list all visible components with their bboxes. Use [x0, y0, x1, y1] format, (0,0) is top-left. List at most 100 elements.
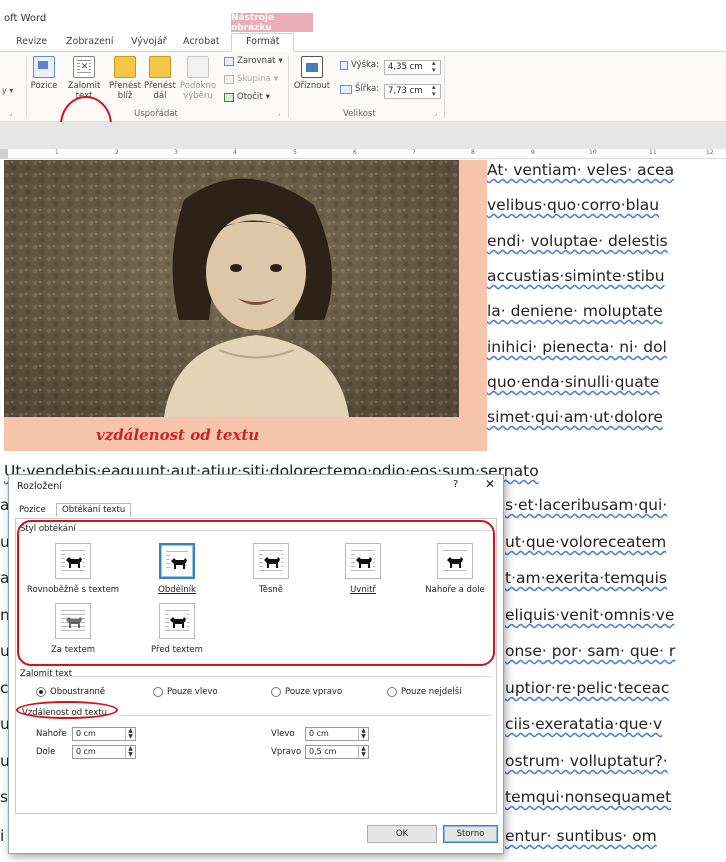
text-line[interactable]: la· deniene· moluptate — [487, 302, 663, 320]
distance-left-label: Vlevo — [271, 729, 295, 739]
distance-left-value: 0 cm — [309, 729, 329, 738]
tab-acrobat[interactable]: Acrobat — [183, 36, 220, 47]
text-line[interactable]: s·et·laceribusam·qui· — [505, 496, 667, 514]
text-line[interactable]: eliquis·venit·omnis·ve — [505, 606, 674, 624]
arrange-dialog-launcher-icon[interactable]: ⌟ — [277, 109, 280, 117]
spin-arrows-icon[interactable]: ▲ ▼ — [125, 728, 135, 740]
ribbon-tabs: Revize Zobrazení Vývojář Acrobat Formát — [0, 33, 726, 52]
text-line[interactable]: At· ventiam· veles· acea — [487, 161, 674, 179]
text-line[interactable]: ostrum· volluptatur?· — [505, 752, 668, 770]
bring-forward-label-1: Přenést — [109, 81, 141, 91]
selection-pane-label-2: výběru — [183, 91, 213, 101]
title-bar: oft Word Nástroje obrázku — [0, 0, 726, 34]
bring-forward-button[interactable]: Přenést blíž — [108, 56, 142, 101]
height-label-group: Výška: — [340, 60, 379, 70]
width-label-group: Šířka: — [340, 84, 379, 94]
photo-image — [4, 160, 459, 417]
close-icon[interactable]: ✕ — [485, 477, 495, 491]
tab-obtekani-textu[interactable]: Obtékání textu — [56, 503, 132, 517]
text-line-left-edge: u — [0, 715, 8, 733]
spin-arrows-icon[interactable]: ▲ ▼ — [125, 746, 135, 758]
dialog-launcher-icon[interactable]: ⌟ — [9, 109, 12, 117]
text-line[interactable]: ciis·exeratatia·que·v — [505, 715, 662, 733]
radio-dot — [153, 687, 163, 697]
position-button[interactable]: Pozice — [31, 56, 57, 91]
send-backward-label-2: dál — [153, 91, 167, 101]
text-line-left-edge: u — [0, 752, 8, 770]
send-backward-label-1: Přenést — [144, 81, 176, 91]
tab-zobrazeni[interactable]: Zobrazení — [66, 36, 114, 47]
tab-vyvojar[interactable]: Vývojář — [131, 36, 167, 47]
text-line[interactable]: entur· suntibus· om — [505, 827, 657, 845]
send-backward-button[interactable]: Přenést dál — [143, 56, 177, 101]
text-line[interactable]: quo·enda·sinulli·quate — [487, 373, 659, 391]
text-line[interactable]: simet·qui·am·ut·dolore — [487, 408, 663, 426]
spin-arrows-icon[interactable]: ▲ ▼ — [358, 728, 368, 740]
radio-right-only[interactable]: Pouze vpravo — [271, 687, 342, 697]
align-dropdown-icon: ▾ — [278, 56, 283, 66]
help-icon[interactable]: ? — [453, 479, 458, 490]
distance-top-label: Nahoře — [36, 729, 67, 739]
dialog-title: Rozložení — [17, 481, 62, 492]
text-line[interactable]: temqui·nonsequamet — [505, 788, 671, 806]
bring-forward-label-2: blíž — [117, 91, 133, 101]
distance-right-value: 0,5 cm — [309, 747, 337, 756]
sepia-photo-child[interactable] — [4, 160, 459, 417]
spin-arrows-icon[interactable]: ▲ ▼ — [358, 746, 368, 758]
selection-pane-button[interactable]: Podokno výběru — [179, 56, 217, 101]
tab-format[interactable]: Formát — [231, 33, 295, 52]
storno-button[interactable]: Storno — [443, 825, 498, 843]
text-line[interactable]: onse· por· sam· que· r — [505, 642, 675, 660]
crop-button[interactable]: Oříznout — [292, 56, 332, 91]
crop-icon — [301, 56, 323, 78]
group-icon — [224, 74, 234, 84]
size-dialog-launcher-icon[interactable]: ⌟ — [434, 109, 437, 117]
group-button[interactable]: Skupina ▾ — [224, 74, 278, 84]
rotate-button[interactable]: Otočit ▾ — [224, 92, 270, 102]
distance-top-input[interactable]: 0 cm ▲ ▼ — [72, 727, 136, 741]
align-icon — [224, 56, 234, 66]
tab-pozice[interactable]: Pozice — [19, 505, 46, 515]
text-line-left-edge: u — [0, 642, 8, 660]
width-icon — [340, 84, 352, 94]
height-input[interactable]: 4,35 cm — [384, 60, 441, 75]
text-line[interactable]: ut·que·voloreceatem — [505, 533, 666, 551]
distance-right-input[interactable]: 0,5 cm ▲ ▼ — [305, 745, 369, 759]
radio-largest-only[interactable]: Pouze nejdelší — [387, 687, 462, 697]
wrap-text-button[interactable]: ✕ Zalomit text — [62, 56, 106, 101]
text-line-left-edge: s — [0, 788, 8, 806]
distance-bottom-input[interactable]: 0 cm ▲ ▼ — [72, 745, 136, 759]
ruler-number: 8 — [471, 149, 475, 156]
ruler-number: 5 — [293, 149, 297, 156]
radio-left-only[interactable]: Pouze vlevo — [153, 687, 218, 697]
text-line-left-edge: a — [0, 569, 8, 587]
radio-both-sides[interactable]: Oboustranně — [36, 687, 105, 697]
distance-bottom-label: Dole — [36, 747, 56, 757]
distance-bottom-value: 0 cm — [76, 747, 96, 756]
text-line[interactable]: inihici· pienecta· ni· dol — [487, 338, 667, 356]
text-line[interactable]: accustias·siminte·stibu — [487, 267, 665, 285]
distance-caption: vzdálenost od textu — [96, 426, 260, 444]
distance-top-value: 0 cm — [76, 729, 96, 738]
text-line-left-edge: a — [0, 496, 8, 514]
text-line[interactable]: t·am·exerita·temquis — [505, 569, 667, 587]
text-line[interactable]: velibus·quo·corro·blau — [487, 196, 659, 214]
overflow-chevron-icon[interactable]: y ▾ — [2, 86, 13, 95]
ok-button[interactable]: OK — [367, 825, 437, 843]
highlight-ring-wrap-styles — [17, 520, 495, 666]
width-input[interactable]: 7,73 cm — [384, 84, 441, 99]
rotate-dropdown-icon: ▾ — [265, 92, 270, 102]
radio-label: Pouze vlevo — [167, 687, 218, 697]
text-line[interactable]: endi· voluptae· delestis — [487, 232, 668, 250]
group-dropdown-icon: ▾ — [273, 74, 279, 84]
horizontal-ruler[interactable]: 1 2 3 4 5 6 7 8 9 10 11 12 — [0, 149, 726, 159]
highlight-ring-distance — [16, 701, 118, 719]
distance-left-input[interactable]: 0 cm ▲ ▼ — [305, 727, 369, 741]
text-line[interactable]: uptior·re·pelic·teceac — [505, 679, 669, 697]
ruler-number: 4 — [233, 149, 237, 156]
ruler-number: 1 — [55, 149, 59, 156]
wrap-text-label-1: Zalomit — [67, 81, 101, 91]
tab-revize[interactable]: Revize — [16, 36, 47, 47]
align-button[interactable]: Zarovnat ▾ — [224, 56, 283, 66]
ribbon: y ▾ Pozice ✕ Zalomit text Přenést blíž P… — [0, 52, 726, 154]
